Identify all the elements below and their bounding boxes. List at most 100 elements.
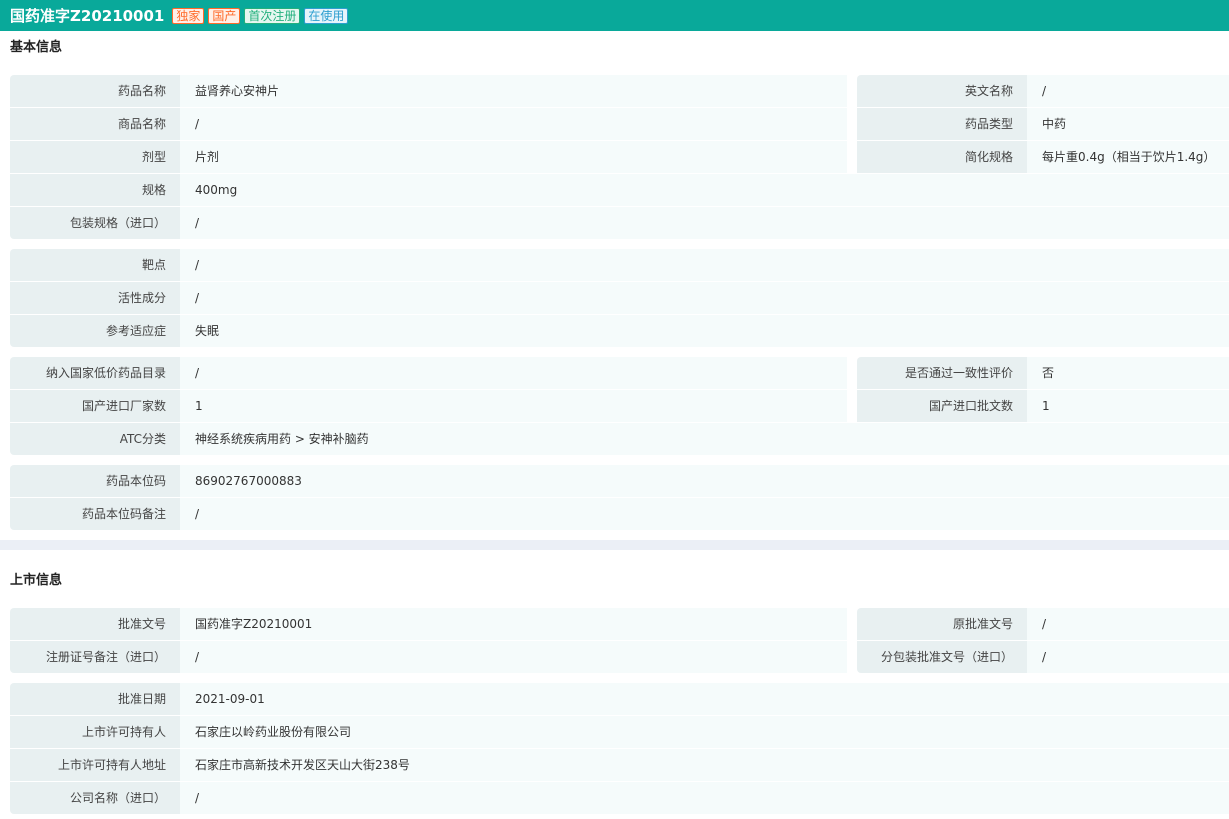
section-0: 基本信息 药品名称 益肾养心安神片 英文名称 / 商品名称 / 药品类型 中药 剂型 片剂 简化规格每… <box>0 31 1229 530</box>
field-row: 批准日期 2021-09-01 <box>10 683 1229 715</box>
field-value: 国药准字Z20210001 <box>180 608 847 640</box>
field-label: 注册证号备注（进口） <box>10 641 180 673</box>
field-label: 商品名称 <box>10 108 180 140</box>
field-group: 靶点 / 活性成分 / 参考适应症 失眠 <box>10 249 1229 347</box>
field-pair: 简化规格 每片重0.4g（相当于饮片1.4g） <box>857 141 1229 173</box>
field-pair: 分包装批准文号（进口） / <box>857 641 1229 673</box>
field-label: 简化规格 <box>857 141 1027 173</box>
field-label: 国产进口批文数 <box>857 390 1027 422</box>
field-group: 批准文号 国药准字Z20210001 原批准文号 / 注册证号备注（进口） / 分包装批准文… <box>10 608 1229 673</box>
field-row: 参考适应症 失眠 <box>10 315 1229 347</box>
field-row: 批准文号 国药准字Z20210001 原批准文号 / <box>10 608 1229 640</box>
field-label: 批准文号 <box>10 608 180 640</box>
field-row: 公司名称（进口） / <box>10 782 1229 814</box>
field-pair: 活性成分 / <box>10 282 1229 314</box>
detail-content: 基本信息 药品名称 益肾养心安神片 英文名称 / 商品名称 / 药品类型 中药 剂型 片剂 简化规格每… <box>0 31 1229 814</box>
field-group: 药品本位码 86902767000883 药品本位码备注 / <box>10 465 1229 530</box>
field-label: 活性成分 <box>10 282 180 314</box>
field-value: 否 <box>1027 357 1229 389</box>
field-pair: 剂型 片剂 <box>10 141 847 173</box>
field-pair: 药品名称 益肾养心安神片 <box>10 75 847 107</box>
field-value: 中药 <box>1027 108 1229 140</box>
field-row: 药品本位码备注 / <box>10 498 1229 530</box>
field-value: 1 <box>180 390 847 422</box>
field-pair: 注册证号备注（进口） / <box>10 641 847 673</box>
field-value: / <box>180 357 847 389</box>
field-label: 批准日期 <box>10 683 180 715</box>
field-row: 商品名称 / 药品类型 中药 <box>10 108 1229 140</box>
approval-number-title: 国药准字Z20210001 <box>10 7 165 25</box>
field-value: / <box>180 108 847 140</box>
field-value: 石家庄以岭药业股份有限公司 <box>180 716 1229 748</box>
field-label: 上市许可持有人 <box>10 716 180 748</box>
page-header: 国药准字Z20210001 独家 国产 首次注册 在使用 <box>0 0 1229 31</box>
field-group: 批准日期 2021-09-01 上市许可持有人 石家庄以岭药业股份有限公司 上市许可持有… <box>10 683 1229 814</box>
field-value: / <box>180 282 1229 314</box>
field-pair: 是否通过一致性评价否 <box>857 357 1229 389</box>
field-value: 每片重0.4g（相当于饮片1.4g） <box>1027 141 1229 173</box>
section-title: 基本信息 <box>10 40 63 55</box>
field-row: 规格 400mg <box>10 174 1229 206</box>
field-label: 药品名称 <box>10 75 180 107</box>
field-label: 药品本位码备注 <box>10 498 180 530</box>
field-pair: 商品名称 / <box>10 108 847 140</box>
field-value: / <box>1027 641 1229 673</box>
field-row: 纳入国家低价药品目录 / 是否通过一致性评价否 <box>10 357 1229 389</box>
field-pair: ATC分类 神经系统疾病用药 > 安神补脑药 <box>10 423 1229 455</box>
field-label: 上市许可持有人地址 <box>10 749 180 781</box>
field-row: 国产进口厂家数 1 国产进口批文数 1 <box>10 390 1229 422</box>
field-value: / <box>1027 608 1229 640</box>
field-pair: 批准文号 国药准字Z20210001 <box>10 608 847 640</box>
field-pair: 靶点 / <box>10 249 1229 281</box>
field-pair: 规格 400mg <box>10 174 1229 206</box>
field-group: 纳入国家低价药品目录 / 是否通过一致性评价否国产进口厂家数 1 国产进口批文数 1 ATC… <box>10 357 1229 455</box>
status-badge: 首次注册 <box>244 7 301 24</box>
field-row: ATC分类 神经系统疾病用药 > 安神补脑药 <box>10 423 1229 455</box>
field-label: 纳入国家低价药品目录 <box>10 357 180 389</box>
field-pair: 国产进口厂家数 1 <box>10 390 847 422</box>
field-label: ATC分类 <box>10 423 180 455</box>
field-label: 包装规格（进口） <box>10 207 180 239</box>
field-value: 1 <box>1027 390 1229 422</box>
field-pair: 公司名称（进口） / <box>10 782 1229 814</box>
field-value: / <box>1027 75 1229 107</box>
field-pair: 批准日期 2021-09-01 <box>10 683 1229 715</box>
field-value: 400mg <box>180 174 1229 206</box>
status-badge: 在使用 <box>304 7 349 24</box>
status-badge: 独家 <box>172 7 205 24</box>
field-label: 是否通过一致性评价 <box>857 357 1027 389</box>
field-pair: 原批准文号 / <box>857 608 1229 640</box>
field-row: 药品本位码 86902767000883 <box>10 465 1229 497</box>
field-value: 2021-09-01 <box>180 683 1229 715</box>
field-row: 靶点 / <box>10 249 1229 281</box>
field-label: 分包装批准文号（进口） <box>857 641 1027 673</box>
section-title: 上市信息 <box>10 573 63 588</box>
field-pair: 上市许可持有人地址 石家庄市高新技术开发区天山大街238号 <box>10 749 1229 781</box>
section-1: 上市信息 批准文号 国药准字Z20210001 原批准文号 / 注册证号备注（进口） / 分包… <box>0 550 1229 814</box>
field-row: 上市许可持有人地址 石家庄市高新技术开发区天山大街238号 <box>10 749 1229 781</box>
field-value: / <box>180 207 1229 239</box>
field-label: 剂型 <box>10 141 180 173</box>
field-pair: 药品本位码 86902767000883 <box>10 465 1229 497</box>
field-row: 药品名称 益肾养心安神片 英文名称 / <box>10 75 1229 107</box>
field-value: 片剂 <box>180 141 847 173</box>
field-pair: 国产进口批文数 1 <box>857 390 1229 422</box>
field-label: 靶点 <box>10 249 180 281</box>
field-label: 药品本位码 <box>10 465 180 497</box>
field-pair: 纳入国家低价药品目录 / <box>10 357 847 389</box>
field-group: 药品名称 益肾养心安神片 英文名称 / 商品名称 / 药品类型 中药 剂型 片剂 简化规格 每片重0.… <box>10 75 1229 239</box>
field-pair: 药品本位码备注 / <box>10 498 1229 530</box>
badge-list: 独家 国产 首次注册 在使用 <box>172 7 352 24</box>
field-value: 益肾养心安神片 <box>180 75 847 107</box>
field-value: / <box>180 782 1229 814</box>
field-pair: 上市许可持有人 石家庄以岭药业股份有限公司 <box>10 716 1229 748</box>
field-row: 注册证号备注（进口） / 分包装批准文号（进口） / <box>10 641 1229 673</box>
field-row: 活性成分 / <box>10 282 1229 314</box>
field-row: 包装规格（进口） / <box>10 207 1229 239</box>
field-pair: 参考适应症 失眠 <box>10 315 1229 347</box>
status-badge: 国产 <box>208 7 241 24</box>
field-label: 国产进口厂家数 <box>10 390 180 422</box>
field-label: 规格 <box>10 174 180 206</box>
field-label: 药品类型 <box>857 108 1027 140</box>
field-value: 86902767000883 <box>180 465 1229 497</box>
